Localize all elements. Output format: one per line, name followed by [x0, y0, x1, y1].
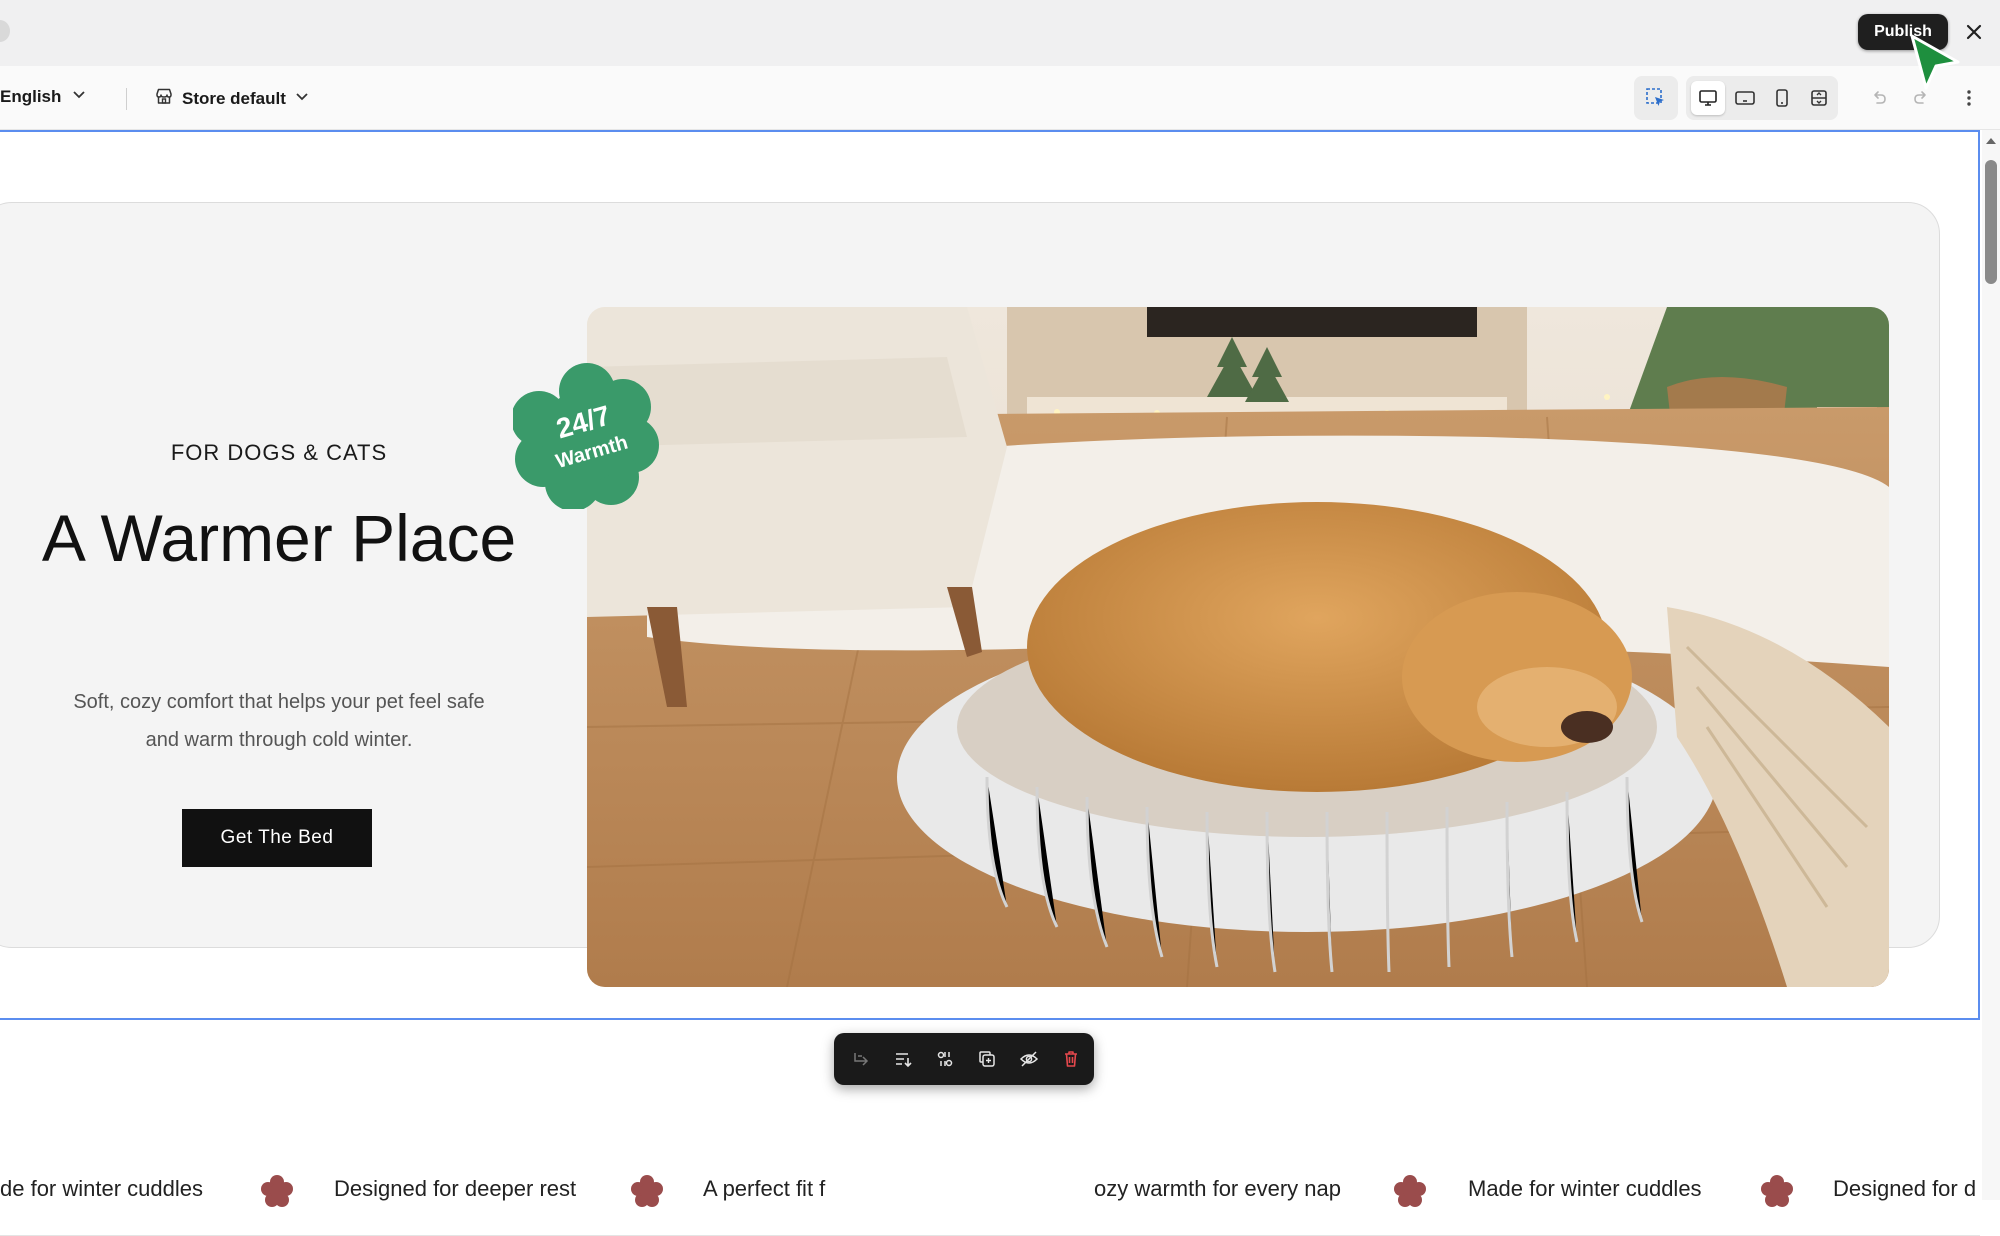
- store-icon: [154, 86, 174, 111]
- desktop-icon[interactable]: [1691, 81, 1725, 115]
- chevron-down-icon: [71, 86, 87, 107]
- hero-eyebrow: FOR DOGS & CATS: [170, 440, 388, 465]
- editor-toolbar: English Store default: [0, 66, 2000, 130]
- chevron-down-icon: [294, 88, 310, 109]
- hero-headline: A Warmer Place: [41, 501, 517, 575]
- get-the-bed-button[interactable]: Get The Bed: [182, 809, 372, 867]
- move-to-parent-icon[interactable]: [846, 1044, 876, 1074]
- marquee-item: Designed for deeper rest: [334, 1176, 577, 1201]
- language-label: English: [0, 86, 62, 106]
- viewport-toggle-group: [1686, 76, 1838, 120]
- close-icon[interactable]: [1960, 18, 1988, 46]
- store-selector[interactable]: Store default: [154, 86, 310, 111]
- top-bar: Publish: [0, 0, 2000, 66]
- scrollbar-thumb[interactable]: [1985, 160, 1997, 284]
- marquee-strip[interactable]: de for winter cuddles Designed for deepe…: [0, 1140, 1980, 1236]
- reorder-icon[interactable]: [888, 1044, 918, 1074]
- toolbar-divider: [126, 88, 127, 110]
- marquee-item: de for winter cuddles: [0, 1176, 203, 1201]
- flower-icon: [1393, 1174, 1427, 1208]
- marquee-item: Made for winter cuddles: [1468, 1176, 1702, 1201]
- marquee-item: A perfect fit f: [703, 1176, 826, 1201]
- hero-section[interactable]: FOR DOGS & CATS A Warmer Place Soft, coz…: [0, 202, 1940, 987]
- fullscreen-icon[interactable]: [1802, 81, 1836, 115]
- flower-icon: [260, 1174, 294, 1208]
- mouse-cursor-icon: [1904, 30, 1964, 96]
- scrollbar-track[interactable]: [1982, 130, 2000, 1200]
- section-action-bar: [834, 1033, 1094, 1085]
- flower-icon: [630, 1174, 664, 1208]
- delete-icon[interactable]: [1056, 1044, 1086, 1074]
- select-element-icon[interactable]: [1639, 81, 1673, 115]
- marquee-item: Designed for d: [1833, 1176, 1977, 1201]
- tablet-landscape-icon[interactable]: [1728, 81, 1762, 115]
- hero-subtext: Soft, cozy comfort that helps your pet f…: [73, 691, 485, 751]
- warmth-badge: 24/7 Warmth: [511, 361, 661, 511]
- hide-icon[interactable]: [1014, 1044, 1044, 1074]
- settings-sliders-icon[interactable]: [930, 1044, 960, 1074]
- marquee-item: ozy warmth for every nap: [1094, 1176, 1341, 1201]
- inspector-toggle-group: [1634, 76, 1678, 120]
- language-selector[interactable]: English: [0, 86, 87, 107]
- hero-image: [587, 307, 1889, 987]
- mobile-icon[interactable]: [1765, 81, 1799, 115]
- scroll-up-arrow-icon[interactable]: [1983, 134, 1999, 146]
- window-control[interactable]: [0, 20, 10, 42]
- duplicate-icon[interactable]: [972, 1044, 1002, 1074]
- undo-icon[interactable]: [1862, 81, 1896, 115]
- store-label: Store default: [182, 88, 286, 108]
- flower-icon: [1760, 1174, 1794, 1208]
